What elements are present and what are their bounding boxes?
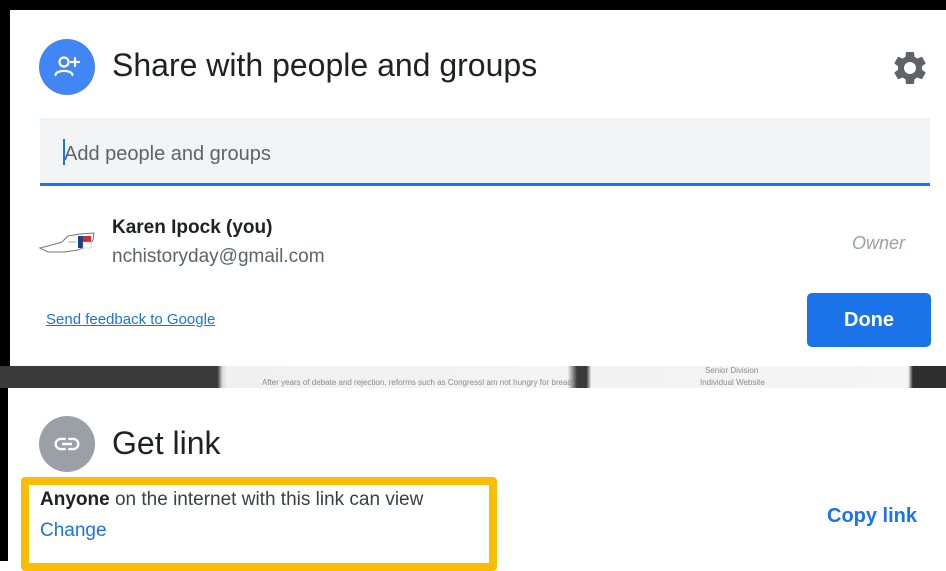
owner-role-label: Owner xyxy=(852,233,906,253)
get-link-title: Get link xyxy=(112,425,221,461)
background-text-fragment: After years of debate and rejection, ref… xyxy=(262,378,483,387)
background-text-fragment: I am not hungry for bread xyxy=(482,378,572,387)
user-name: Karen Ipock (you) xyxy=(112,217,273,238)
copy-link-button[interactable]: Copy link xyxy=(827,505,917,528)
share-title: Share with people and groups xyxy=(112,47,538,83)
background-text-fragment: Senior Division xyxy=(705,366,759,375)
access-scope-rest: on the internet with this link can view xyxy=(109,489,424,510)
add-people-input[interactable] xyxy=(62,138,906,170)
send-feedback-link[interactable]: Send feedback to Google xyxy=(46,311,215,328)
settings-button[interactable] xyxy=(890,48,930,88)
text-caret xyxy=(63,139,65,165)
user-email: nchistoryday@gmail.com xyxy=(112,246,325,267)
add-people-field[interactable] xyxy=(40,118,930,186)
nc-state-flag-avatar xyxy=(38,232,95,253)
link-icon xyxy=(54,437,80,451)
change-access-link[interactable]: Change xyxy=(40,520,107,542)
person-add-icon xyxy=(54,56,81,77)
link-access-description: Anyone on the internet with this link ca… xyxy=(40,489,423,511)
gear-icon xyxy=(894,51,926,84)
done-button[interactable]: Done xyxy=(807,293,931,347)
share-header-avatar xyxy=(39,39,95,95)
background-document-strip: After years of debate and rejection, ref… xyxy=(0,366,946,388)
background-text-fragment: Individual Website xyxy=(700,378,765,387)
dialog-frame-edge xyxy=(0,388,8,561)
get-link-header-avatar xyxy=(39,416,95,472)
access-scope-label: Anyone xyxy=(40,489,110,510)
